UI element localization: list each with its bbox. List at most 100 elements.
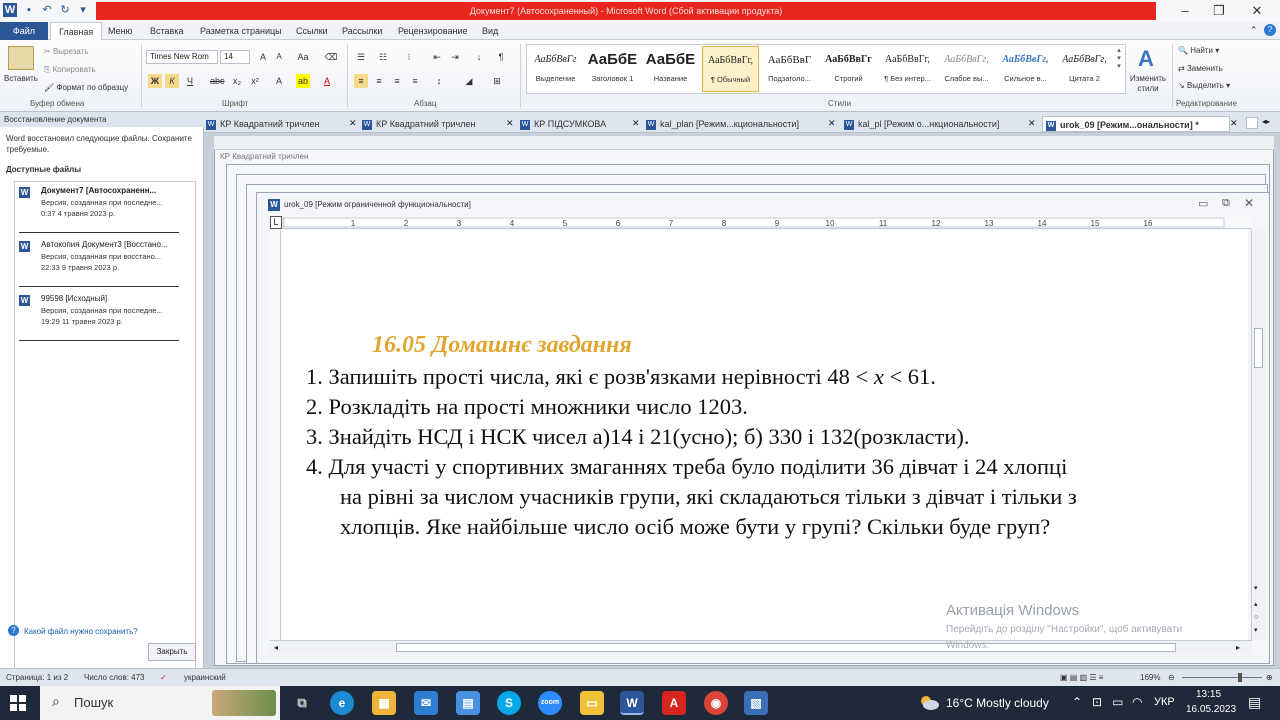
zoom-slider[interactable] <box>1182 677 1262 678</box>
close-tab-icon[interactable]: ✕ <box>506 118 514 129</box>
tab-file[interactable]: Файл <box>0 22 48 40</box>
borders-icon[interactable]: ⊞ <box>490 74 504 88</box>
close-window-button[interactable]: ✕ <box>1234 0 1280 22</box>
decrease-indent-icon[interactable]: ⇤ <box>430 50 444 64</box>
document-page[interactable]: 16.05 Домашнє завдання 1. Запишіть прост… <box>282 230 1248 640</box>
horizontal-scrollbar[interactable]: ◂ ▸ <box>270 640 1252 654</box>
change-styles-button[interactable]: Изменить стили <box>1128 74 1168 94</box>
change-case-icon[interactable]: Aa <box>296 50 310 64</box>
zoom-slider-thumb[interactable] <box>1238 673 1242 682</box>
help-icon[interactable]: ? <box>1264 24 1276 36</box>
doc-tab[interactable]: Wkal_pl [Режим о...нкциональности] <box>844 116 1028 132</box>
page-count[interactable]: Страница: 1 из 2 <box>6 669 68 686</box>
help-link[interactable]: Какой файл нужно сохранить? <box>24 627 138 636</box>
style-title[interactable]: АаБбЕ Название <box>642 46 699 92</box>
word-count[interactable]: Число слов: 473 <box>84 669 144 686</box>
vertical-scrollbar[interactable]: ▾ ▴ ○ ▾ <box>1251 230 1265 640</box>
wifi-icon[interactable]: ◠ <box>1132 695 1142 709</box>
tab-mailings[interactable]: Рассылки <box>334 22 390 40</box>
multilevel-list-icon[interactable]: ⁝ <box>402 50 416 64</box>
battery-icon[interactable]: ▭ <box>1112 695 1123 709</box>
font-size-box[interactable]: 14 <box>220 50 250 64</box>
numbering-icon[interactable]: ☷ <box>376 50 390 64</box>
file-explorer-icon[interactable]: ▭ <box>580 691 604 715</box>
copy-button[interactable]: ⎘ Копировать <box>44 65 96 75</box>
align-center-icon[interactable]: ≡ <box>372 74 386 88</box>
recovered-file-item[interactable]: W 99598 [Исходный] Версия, созданная при… <box>19 294 183 330</box>
tab-home[interactable]: Главная <box>50 22 103 40</box>
text-effects-icon[interactable]: A <box>272 74 286 88</box>
new-tab-icon[interactable] <box>1246 117 1258 129</box>
view-buttons[interactable]: ▣ ▤ ▥ ☰ ≡ <box>1060 669 1126 686</box>
word-taskbar-icon[interactable]: W <box>620 691 644 715</box>
cut-button[interactable]: ✂ Вырезать <box>44 47 89 56</box>
tab-references[interactable]: Ссылки <box>288 22 336 40</box>
zoom-in-icon[interactable]: ⊕ <box>1266 669 1273 686</box>
tab-insert[interactable]: Вставка <box>142 22 191 40</box>
close-tab-icon[interactable]: ✕ <box>349 118 357 129</box>
undo-icon[interactable]: ↶ <box>40 3 54 17</box>
zoom-out-icon[interactable]: ⊖ <box>1168 669 1175 686</box>
shading-icon[interactable]: ◢ <box>462 74 476 88</box>
doc-close-button[interactable]: ✕ <box>1244 196 1254 210</box>
style-heading-1[interactable]: АаБбЕ Заголовок 1 <box>584 46 641 92</box>
shrink-font-icon[interactable]: A <box>272 50 286 64</box>
line-spacing-icon[interactable]: ↕ <box>432 74 446 88</box>
explorer-app-icon[interactable]: ▤ <box>456 691 480 715</box>
doc-tab[interactable]: W КР Квадратний тричлен <box>362 116 512 132</box>
recovered-file-item[interactable]: W Документ7 [Автосохраненн... Версия, со… <box>19 186 183 222</box>
prev-page-icon[interactable]: ▴ <box>1254 600 1258 608</box>
horizontal-ruler[interactable]: 1 2 3 4 5 6 7 8 9 10 11 12 13 14 15 16 <box>270 216 1252 229</box>
scroll-right-icon[interactable]: ▸ <box>1236 643 1240 652</box>
ribbon-minimize-icon[interactable]: ⌃ <box>1250 25 1258 36</box>
clear-format-icon[interactable]: ⌫ <box>324 50 338 64</box>
acrobat-icon[interactable]: A <box>662 691 686 715</box>
style-no-spacing[interactable]: АаБбВвГг, ¶ Без интер... <box>879 46 936 92</box>
tab-review[interactable]: Рецензирование <box>390 22 476 40</box>
clock-date[interactable]: 16.05.2023 <box>1186 704 1236 715</box>
style-emphasis[interactable]: АаБбВвГг Выделение <box>527 46 584 92</box>
input-language[interactable]: УКР <box>1154 696 1175 708</box>
bullets-icon[interactable]: ☰ <box>354 50 368 64</box>
weather-text[interactable]: 16°C Mostly cloudy <box>946 696 1049 710</box>
edge-icon[interactable]: e <box>330 691 354 715</box>
doc-tab[interactable]: Wkal_plan [Режим...кциональности] <box>646 116 826 132</box>
doc-tab-active[interactable]: Wurok_09 [Режим...ональности] * <box>1042 116 1230 132</box>
doc-restore-button[interactable]: ⧉ <box>1222 197 1230 210</box>
style-strong[interactable]: АаБбВвГг Строгий <box>820 46 877 92</box>
network-icon[interactable]: ⊡ <box>1092 695 1102 709</box>
next-page-icon[interactable]: ▾ <box>1254 626 1258 634</box>
tab-view[interactable]: Вид <box>474 22 506 40</box>
clock-time[interactable]: 13:15 <box>1196 689 1221 700</box>
align-left-icon[interactable]: ≡ <box>354 74 368 88</box>
skype-icon[interactable]: S <box>497 691 521 715</box>
save-icon[interactable]: ▪ <box>22 3 36 17</box>
close-tab-icon[interactable]: ✕ <box>632 118 640 129</box>
tray-chevron-icon[interactable]: ⌃ <box>1072 695 1082 709</box>
doc-minimize-button[interactable]: ▭ <box>1198 197 1208 210</box>
style-normal[interactable]: АаБбВвГг, ¶ Обычный <box>702 46 759 92</box>
scroll-down-icon[interactable]: ▾ <box>1254 584 1258 592</box>
style-subtle-emphasis[interactable]: АаБбВвГг, Слабое вы... <box>938 46 995 92</box>
recovered-file-item[interactable]: W Автокопия Документ3 [Восстано... Верси… <box>19 240 183 276</box>
font-name-box[interactable]: Times New Rom <box>146 50 218 64</box>
taskbar-search[interactable]: ⌕ Пошук <box>40 686 280 720</box>
notifications-icon[interactable]: ▤ <box>1248 694 1261 711</box>
strikethrough-icon[interactable]: abc <box>210 74 225 88</box>
change-styles-icon[interactable]: A <box>1138 46 1154 72</box>
grow-font-icon[interactable]: A <box>256 50 270 64</box>
style-intense-emphasis[interactable]: АаБбВвГг, Сильное в... <box>997 46 1054 92</box>
underline-icon[interactable]: Ч <box>183 74 197 88</box>
scroll-thumb[interactable] <box>1254 328 1263 368</box>
doc-tab[interactable]: W КР ПІДСУМКОВА <box>520 116 640 132</box>
close-tab-icon[interactable]: ✕ <box>828 118 836 129</box>
increase-indent-icon[interactable]: ⇥ <box>448 50 462 64</box>
photos-icon[interactable]: ▧ <box>744 691 768 715</box>
store-icon[interactable]: ▦ <box>372 691 396 715</box>
paste-icon[interactable] <box>8 46 34 70</box>
tab-menu[interactable]: Меню <box>100 22 140 40</box>
format-painter-button[interactable]: 🖌 Формат по образцу <box>44 83 128 92</box>
qat-customize-icon[interactable]: ▾ <box>76 3 90 17</box>
sort-icon[interactable]: ↓ <box>472 50 486 64</box>
justify-icon[interactable]: ≡ <box>408 74 422 88</box>
